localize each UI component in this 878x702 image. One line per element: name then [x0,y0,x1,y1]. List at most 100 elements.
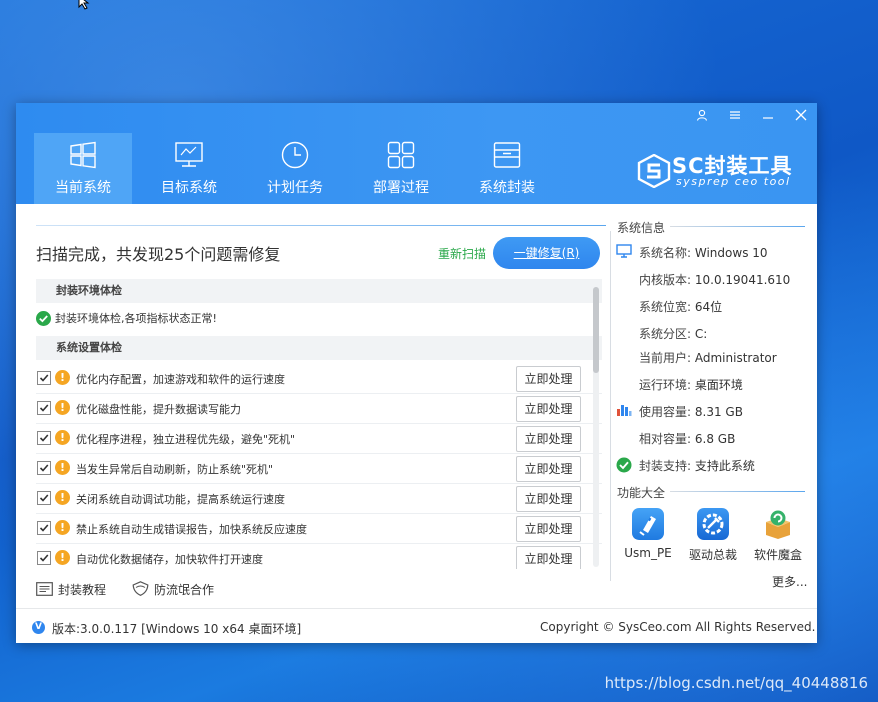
one-click-fix-button[interactable]: 一键修复(R) [493,237,600,269]
process-now-button[interactable]: 立即处理 [516,366,581,392]
bar-chart-icon [617,405,632,416]
process-now-button[interactable]: 立即处理 [516,396,581,422]
sysinfo-row-support: 封装支持: 支持此系统 [616,457,755,474]
more-tools-link[interactable]: 更多... [772,573,807,590]
package-icon [493,142,521,168]
tutorial-link[interactable]: 封装教程 [36,581,106,598]
warning-icon: ! [55,550,70,565]
tutorial-label: 封装教程 [58,583,107,597]
env-status-row: 封装环境体检,各项指标状态正常! [36,307,602,331]
tab-label: 目标系统 [161,180,217,196]
anti-rogue-link[interactable]: 防流氓合作 [132,581,214,598]
process-now-button[interactable]: 立即处理 [516,456,581,482]
check-circle-icon [36,311,51,326]
anti-rogue-label: 防流氓合作 [154,583,215,597]
close-icon[interactable] [790,109,812,127]
tab-label: 计划任务 [267,180,323,196]
clock-icon [281,141,309,169]
sysinfo-row-user: 当前用户: Administrator [620,349,777,366]
monitor-small-icon [616,244,632,258]
tab-target-system[interactable]: 目标系统 [140,133,238,204]
issue-checkbox[interactable] [37,401,51,415]
tab-current-system[interactable]: 当前系统 [34,133,132,204]
app-window: 当前系统 目标系统 计划任务 部署过程 系统封装 SC封装工具 sysprep … [16,103,817,643]
issue-checkbox[interactable] [37,371,51,385]
issue-text: 优化内存配置，加速游戏和软件的运行速度 [76,373,285,386]
driver-icon [697,508,729,540]
issue-text: 优化程序进程，独立进程优先级，避免"死机" [76,433,296,446]
scrollbar-thumb[interactable] [593,287,599,373]
sc-logo-icon [637,154,671,188]
footer-divider [16,608,817,609]
env-status-text: 封装环境体检,各项指标状态正常! [55,312,217,325]
checkmark-icon [39,554,49,562]
tab-system-package[interactable]: 系统封装 [458,133,556,204]
process-now-button[interactable]: 立即处理 [516,546,581,569]
warning-icon: ! [55,520,70,535]
tool-software-box[interactable]: 软件魔盒 [747,508,809,563]
issue-checkbox[interactable] [37,491,51,505]
tool-usm-pe[interactable]: Usm_PE [617,508,679,560]
tool-driver-master[interactable]: 驱动总裁 [682,508,744,563]
issue-text: 优化磁盘性能，提升数据读写能力 [76,403,241,416]
scan-result-title: 扫描完成，共发现25个问题需修复 [36,245,281,264]
sysinfo-value: Administrator [694,351,777,365]
sysinfo-value: 64位 [694,300,723,314]
sysinfo-row-relative: 相对容量: 6.8 GB [620,430,735,447]
issue-list-scrollbar[interactable] [593,287,599,567]
tools-title: 功能大全 [617,484,670,501]
warning-icon: ! [55,490,70,505]
mouse-cursor-icon [78,0,90,10]
sysinfo-row-bitness: 系统位宽: 64位 [620,298,722,315]
issue-checkbox[interactable] [37,461,51,475]
check-circle-icon [616,457,632,473]
shield-icon [132,581,149,596]
tab-label: 当前系统 [55,180,111,196]
checkmark-icon [39,374,49,382]
sysinfo-key: 系统名称: [639,246,692,260]
version-badge-icon: V [32,621,45,634]
sysinfo-key: 当前用户: [639,351,692,365]
issue-checkbox[interactable] [37,521,51,535]
divider [36,225,606,226]
version-info: V 版本:3.0.0.117 [Windows 10 x64 桌面环境] [32,620,301,637]
list-item: ! 优化内存配置，加速游戏和软件的运行速度 立即处理 [36,363,602,394]
tab-label: 部署过程 [373,180,429,196]
sysinfo-row-partition: 系统分区: C: [620,325,707,342]
issue-checkbox[interactable] [37,431,51,445]
tool-label: 驱动总裁 [688,548,737,562]
sysinfo-row-env: 运行环境: 桌面环境 [620,376,743,393]
issue-text: 禁止系统自动生成错误报告，加快系统反应速度 [76,523,307,536]
issue-checkbox[interactable] [37,551,51,565]
sysinfo-value: 10.0.19041.610 [694,273,791,287]
menu-icon[interactable] [724,109,746,127]
list-item: ! 当发生异常后自动刷新，防止系统"死机" 立即处理 [36,453,602,484]
process-now-button[interactable]: 立即处理 [516,486,581,512]
user-icon[interactable] [691,109,713,127]
process-now-button[interactable]: 立即处理 [516,516,581,542]
version-text: 版本:3.0.0.117 [Windows 10 x64 桌面环境] [52,622,302,636]
tool-label: Usm_PE [624,546,672,560]
warning-icon: ! [55,400,70,415]
grid-icon [387,141,415,169]
tools-title-line [670,491,805,492]
tutorial-icon [36,582,53,596]
fix-button-label: 一键修复 [513,246,562,260]
sysinfo-key: 相对容量: [639,432,692,446]
tab-label: 系统封装 [479,180,535,196]
minimize-icon[interactable] [757,109,779,127]
sysinfo-value: Windows 10 [694,246,768,260]
sysinfo-row-kernel: 内核版本: 10.0.19041.610 [620,271,790,288]
sysinfo-value: 支持此系统 [694,459,755,473]
usb-icon [632,508,664,540]
list-item: ! 禁止系统自动生成错误报告，加快系统反应速度 立即处理 [36,513,602,544]
tab-scheduled-tasks[interactable]: 计划任务 [246,133,344,204]
issue-text: 自动优化数据储存，加快软件打开速度 [76,553,263,566]
monitor-icon [175,142,203,167]
window-header: 当前系统 目标系统 计划任务 部署过程 系统封装 SC封装工具 sysprep … [16,103,817,204]
tab-deploy-process[interactable]: 部署过程 [352,133,450,204]
rescan-link[interactable]: 重新扫描 [438,245,486,262]
sysinfo-key: 封装支持: [639,459,692,473]
sysinfo-value: C: [694,327,708,341]
process-now-button[interactable]: 立即处理 [516,426,581,452]
